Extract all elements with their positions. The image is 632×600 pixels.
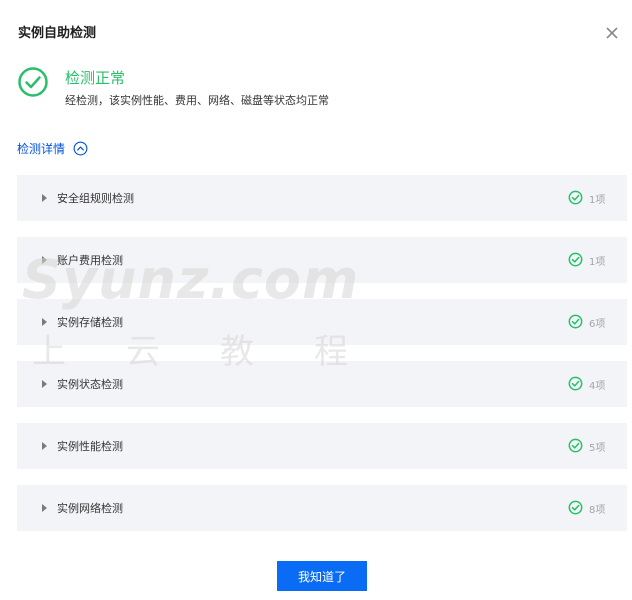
check-circle-icon: [18, 67, 48, 97]
close-icon[interactable]: [604, 25, 620, 41]
details-label: 检测详情: [17, 142, 66, 156]
check-item-name: 账户费用检测: [57, 254, 123, 267]
check-item-count: 1项: [589, 195, 606, 206]
caret-right-icon: [42, 504, 47, 512]
confirm-button[interactable]: 我知道了: [277, 561, 367, 591]
caret-right-icon: [42, 442, 47, 450]
chevron-up-circle-icon: [73, 141, 88, 156]
check-item[interactable]: 实例存储检测 6项: [17, 299, 627, 345]
details-toggle[interactable]: 检测详情: [17, 140, 88, 157]
check-item-name: 安全组规则检测: [57, 192, 134, 205]
check-item[interactable]: 账户费用检测 1项: [17, 237, 627, 283]
caret-right-icon: [42, 318, 47, 326]
check-item[interactable]: 实例网络检测 8项: [17, 485, 627, 531]
caret-right-icon: [42, 256, 47, 264]
status-title: 检测正常: [65, 69, 126, 87]
check-item-name: 实例性能检测: [57, 440, 123, 453]
check-circle-icon: [568, 500, 583, 515]
check-circle-icon: [568, 190, 583, 205]
caret-right-icon: [42, 194, 47, 202]
check-circle-icon: [568, 438, 583, 453]
check-item-count: 1项: [589, 257, 606, 268]
status-description: 经检测，该实例性能、费用、网络、磁盘等状态均正常: [65, 94, 329, 107]
check-item-count: 5项: [589, 443, 606, 454]
check-item[interactable]: 安全组规则检测 1项: [17, 175, 627, 221]
check-circle-icon: [568, 376, 583, 391]
caret-right-icon: [42, 380, 47, 388]
dialog-title: 实例自助检测: [18, 26, 97, 41]
self-check-dialog: 实例自助检测 检测正常 经检测，该实例性能、费用、网络、磁盘等状态均正常 检测详…: [0, 0, 632, 600]
check-item-name: 实例网络检测: [57, 502, 123, 515]
check-item-count: 8项: [589, 505, 606, 516]
check-item-name: 实例状态检测: [57, 378, 123, 391]
check-item-name: 实例存储检测: [57, 316, 123, 329]
check-item-count: 4项: [589, 381, 606, 392]
check-circle-icon: [568, 314, 583, 329]
check-item[interactable]: 实例性能检测 5项: [17, 423, 627, 469]
check-item-count: 6项: [589, 319, 606, 330]
check-item[interactable]: 实例状态检测 4项: [17, 361, 627, 407]
check-circle-icon: [568, 252, 583, 267]
